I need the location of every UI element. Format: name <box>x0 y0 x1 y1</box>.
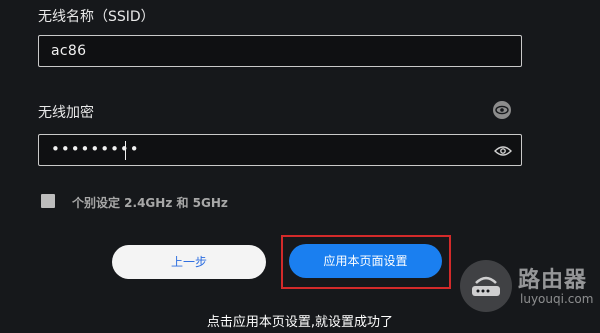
back-button[interactable]: 上一步 <box>112 245 266 279</box>
ssid-value: ac86 <box>51 43 87 59</box>
separate-band-label: 个别设定 2.4GHz 和 5GHz <box>72 196 228 210</box>
eye-icon[interactable] <box>493 142 513 160</box>
ssid-label: 无线名称（SSID） <box>38 9 155 25</box>
watermark: 路由器 luyouqi.com <box>460 258 600 318</box>
text-caret <box>125 141 126 160</box>
router-logo-icon <box>460 260 512 312</box>
watermark-title: 路由器 <box>518 268 588 293</box>
encryption-label: 无线加密 <box>38 105 94 121</box>
highlight-box <box>281 235 451 289</box>
password-value: ••••••••• <box>51 140 140 158</box>
password-input[interactable]: ••••••••• <box>38 134 522 166</box>
ssid-input[interactable]: ac86 <box>38 35 522 67</box>
watermark-subtitle: luyouqi.com <box>520 292 594 306</box>
show-password-toggle-icon[interactable] <box>493 101 511 119</box>
separate-band-checkbox[interactable] <box>41 194 55 208</box>
